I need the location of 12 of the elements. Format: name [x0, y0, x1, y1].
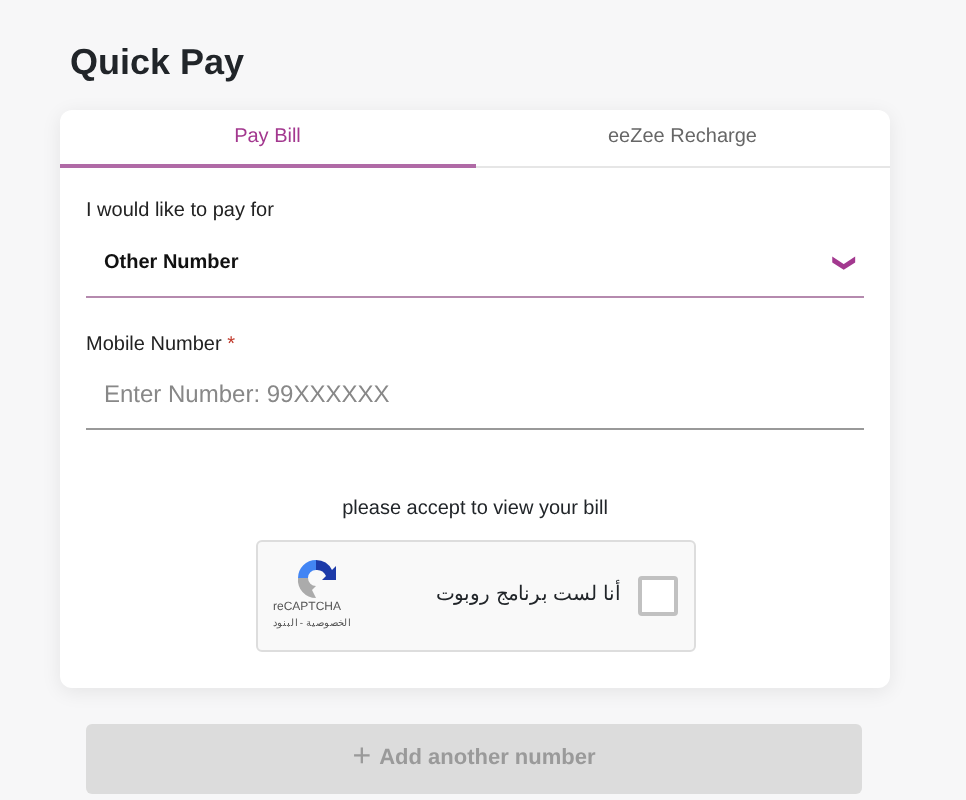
- field-label: I would like to pay for: [86, 198, 276, 226]
- recaptcha-icon: [293, 556, 337, 601]
- page-title: Quick Pay: [68, 40, 247, 84]
- captcha-checkbox[interactable]: [637, 575, 677, 615]
- checkbox-label: أنا لست برنامج روبوت: [436, 580, 621, 610]
- field-label: Mobile Number: [86, 333, 222, 355]
- chevron-icon: ❯: [826, 253, 860, 272]
- pay-for-dropdown[interactable]: Other Number ❯: [86, 226, 864, 297]
- tab[interactable]: eeZee Recharge: [475, 110, 890, 168]
- tab[interactable]: Pay Bill: [60, 110, 475, 168]
- captcha-prompt: please accept to view your bill: [340, 495, 610, 523]
- required-mark: *: [227, 333, 235, 355]
